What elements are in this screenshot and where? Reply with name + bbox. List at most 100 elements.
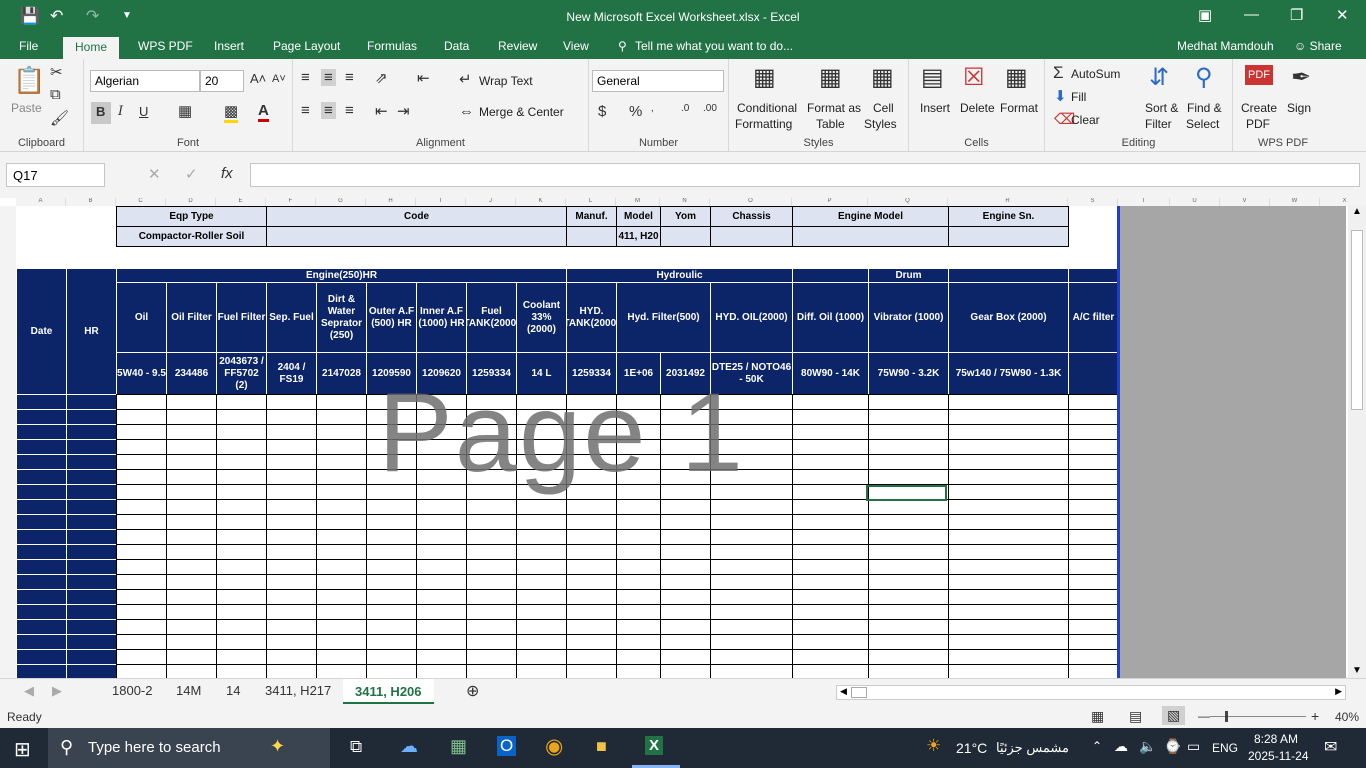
- cell-styles-button[interactable]: Cell: [873, 101, 894, 115]
- log-cell[interactable]: [366, 544, 417, 560]
- zoom-out-icon[interactable]: —: [1198, 709, 1210, 723]
- log-cell[interactable]: [948, 559, 1069, 575]
- log-cell[interactable]: [166, 634, 217, 650]
- log-cell[interactable]: [868, 604, 949, 620]
- log-cell[interactable]: [1068, 559, 1119, 575]
- log-cell[interactable]: [948, 514, 1069, 530]
- log-cell[interactable]: [516, 589, 567, 605]
- sort-filter-button[interactable]: Sort &: [1145, 101, 1178, 115]
- log-cell[interactable]: [166, 409, 217, 425]
- log-cell[interactable]: [710, 499, 793, 515]
- font-name-box[interactable]: Algerian: [90, 70, 200, 92]
- log-cell[interactable]: [1068, 424, 1119, 440]
- log-cell[interactable]: [416, 559, 467, 575]
- onedrive-icon[interactable]: ☁: [1114, 738, 1128, 755]
- log-cell[interactable]: [566, 574, 617, 590]
- column-title[interactable]: Gear Box (2000): [948, 282, 1069, 353]
- log-cell[interactable]: [266, 574, 317, 590]
- log-cell[interactable]: [166, 559, 217, 575]
- log-cell[interactable]: [16, 499, 67, 515]
- log-cell[interactable]: [166, 619, 217, 635]
- log-cell[interactable]: [792, 499, 869, 515]
- log-cell[interactable]: [1068, 604, 1119, 620]
- log-cell[interactable]: [16, 544, 67, 560]
- insert-button[interactable]: Insert: [920, 101, 950, 115]
- log-cell[interactable]: [466, 589, 517, 605]
- log-cell[interactable]: [16, 454, 67, 470]
- log-cell[interactable]: [792, 634, 869, 650]
- log-cell[interactable]: [66, 394, 117, 410]
- formula-input[interactable]: [250, 163, 1360, 187]
- log-cell[interactable]: [516, 529, 567, 545]
- log-cell[interactable]: [466, 664, 517, 678]
- log-cell[interactable]: [66, 529, 117, 545]
- page-break-view-icon[interactable]: ▧: [1162, 706, 1186, 725]
- log-cell[interactable]: [616, 604, 661, 620]
- part-number[interactable]: [1068, 352, 1119, 395]
- log-cell[interactable]: [166, 424, 217, 440]
- minimize-icon[interactable]: —: [1244, 6, 1259, 23]
- row-header[interactable]: [0, 664, 16, 678]
- log-cell[interactable]: [166, 649, 217, 665]
- log-cell[interactable]: [792, 514, 869, 530]
- log-cell[interactable]: [366, 559, 417, 575]
- log-cell[interactable]: [710, 634, 793, 650]
- row-header[interactable]: [0, 544, 16, 559]
- log-cell[interactable]: [868, 574, 949, 590]
- weather-text[interactable]: مشمس جزئيًا: [996, 740, 1069, 756]
- fill-color-icon[interactable]: ▩: [224, 102, 239, 123]
- log-cell[interactable]: [366, 634, 417, 650]
- name-box[interactable]: Q17: [6, 163, 105, 187]
- zoom-slider-thumb[interactable]: [1225, 711, 1228, 722]
- blank-header[interactable]: [1068, 268, 1119, 283]
- column-title[interactable]: Coolant 33% (2000): [516, 282, 567, 353]
- tab-view[interactable]: View: [563, 39, 589, 53]
- column-title[interactable]: Sep. Fuel: [266, 282, 317, 353]
- log-cell[interactable]: [16, 409, 67, 425]
- taskbar-search[interactable]: ⚲ Type here to search ✦: [48, 728, 330, 768]
- log-cell[interactable]: [792, 469, 869, 485]
- log-cell[interactable]: [216, 409, 267, 425]
- log-cell[interactable]: [948, 589, 1069, 605]
- log-cell[interactable]: [116, 544, 167, 560]
- row-header[interactable]: [0, 499, 16, 514]
- drum-group-header[interactable]: Drum: [868, 268, 949, 283]
- log-cell[interactable]: [792, 544, 869, 560]
- log-cell[interactable]: [216, 664, 267, 678]
- eqp-type-value[interactable]: Compactor-Roller Soil: [116, 226, 267, 247]
- log-cell[interactable]: [266, 409, 317, 425]
- log-cell[interactable]: [216, 499, 267, 515]
- share-button[interactable]: ☺ Share: [1294, 39, 1342, 53]
- log-cell[interactable]: [566, 634, 617, 650]
- log-cell[interactable]: [166, 529, 217, 545]
- log-cell[interactable]: [216, 574, 267, 590]
- tab-wps-pdf[interactable]: WPS PDF: [138, 39, 193, 53]
- log-cell[interactable]: [266, 529, 317, 545]
- row-header[interactable]: [0, 212, 16, 226]
- column-header[interactable]: H: [366, 198, 416, 206]
- log-cell[interactable]: [16, 619, 67, 635]
- log-cell[interactable]: [16, 574, 67, 590]
- code-value[interactable]: [266, 226, 567, 247]
- column-header[interactable]: G: [316, 198, 366, 206]
- log-cell[interactable]: [792, 529, 869, 545]
- log-cell[interactable]: [660, 514, 711, 530]
- log-cell[interactable]: [660, 589, 711, 605]
- log-cell[interactable]: [948, 664, 1069, 678]
- log-cell[interactable]: [516, 604, 567, 620]
- log-cell[interactable]: [416, 514, 467, 530]
- scroll-up-icon[interactable]: ▲: [1352, 206, 1362, 217]
- column-title[interactable]: HYD. TANK(2000): [566, 282, 617, 353]
- part-number[interactable]: 2404 / FS19: [266, 352, 317, 395]
- log-cell[interactable]: [16, 664, 67, 678]
- column-header[interactable]: C: [116, 198, 166, 206]
- log-cell[interactable]: [466, 649, 517, 665]
- log-cell[interactable]: [66, 589, 117, 605]
- calculator-icon[interactable]: ▦: [450, 736, 467, 757]
- log-cell[interactable]: [466, 544, 517, 560]
- yom-label[interactable]: Yom: [660, 206, 711, 227]
- row-header[interactable]: [0, 409, 16, 424]
- sign-icon[interactable]: ✒: [1291, 63, 1311, 92]
- log-cell[interactable]: [416, 574, 467, 590]
- log-cell[interactable]: [166, 514, 217, 530]
